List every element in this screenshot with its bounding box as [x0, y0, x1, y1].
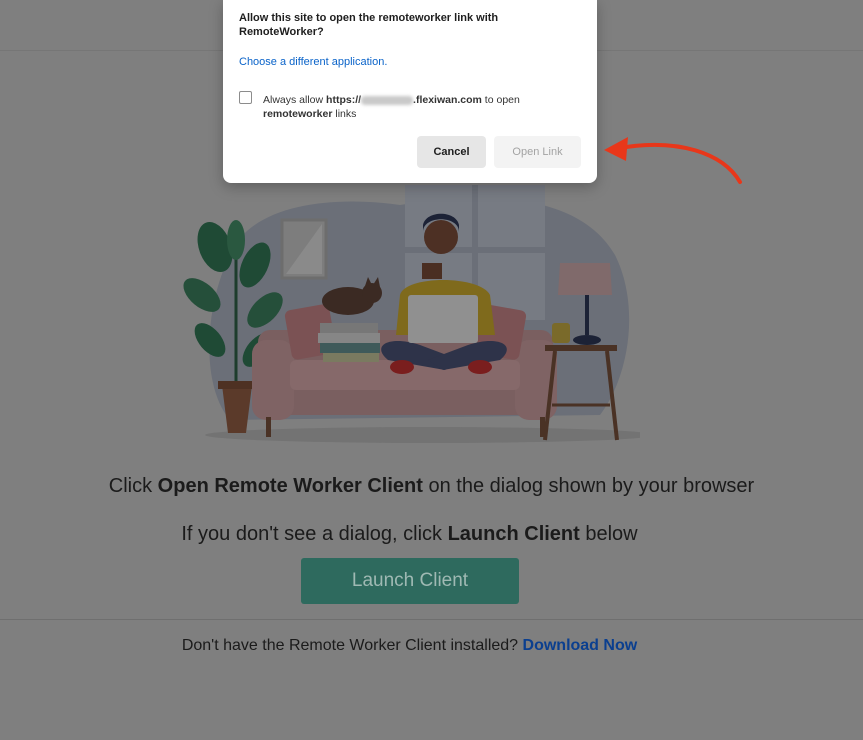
redacted-subdomain	[361, 95, 414, 105]
always-allow-checkbox[interactable]	[239, 91, 252, 104]
allow-suffix-text: links	[332, 108, 357, 120]
instruction-1-prefix: Click	[108, 475, 158, 497]
instruction-line-2: If you don't see a dialog, click Launch …	[0, 523, 819, 546]
instruction-2-emphasis: Launch Client	[447, 523, 580, 545]
cancel-button[interactable]: Cancel	[417, 136, 486, 168]
allow-prefix-text: Always allow	[263, 94, 327, 106]
download-prompt: Don't have the Remote Worker Client inst…	[0, 637, 819, 655]
red-arrow-annotation-icon	[604, 137, 742, 184]
open-link-dialog: Allow this site to open the remoteworker…	[223, 0, 597, 183]
download-prompt-text: Don't have the Remote Worker Client inst…	[181, 637, 523, 654]
instruction-1-emphasis: Open Remote Worker Client	[157, 475, 423, 497]
dialog-title: Allow this site to open the remoteworker…	[239, 12, 499, 38]
choose-application-link[interactable]: Choose a different application.	[239, 56, 387, 68]
allow-scheme: remoteworker	[263, 108, 333, 120]
launch-client-button[interactable]: Launch Client	[301, 558, 519, 604]
instruction-2-suffix: below	[579, 523, 638, 545]
always-allow-label: Always allow https:// .flexiwan.com to op…	[263, 93, 563, 121]
divider	[0, 619, 863, 620]
allow-url-end: .flexiwan.com	[413, 94, 482, 106]
open-link-button[interactable]: Open Link	[494, 136, 581, 168]
download-now-link[interactable]: Download Now	[523, 637, 638, 654]
remote-worker-illustration	[183, 185, 640, 443]
instruction-2-prefix: If you don't see a dialog, click	[181, 523, 448, 545]
allow-url-start: https://	[326, 94, 362, 106]
allow-middle-text: to open	[481, 94, 520, 106]
instruction-1-suffix: on the dialog shown by your browser	[422, 475, 755, 497]
instruction-line-1: Click Open Remote Worker Client on the d…	[0, 475, 863, 498]
